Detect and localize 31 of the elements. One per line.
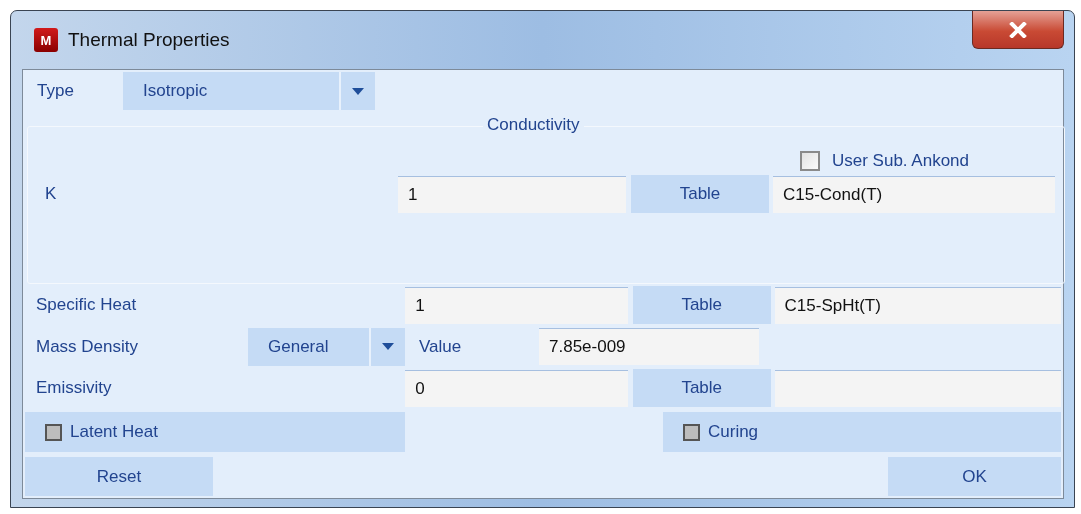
app-icon: M — [34, 28, 58, 52]
ok-button[interactable]: OK — [888, 457, 1061, 496]
input-field[interactable]: 1 — [398, 175, 626, 213]
close-icon — [1008, 21, 1028, 38]
value-label: Value — [418, 336, 463, 357]
table-name-field[interactable]: C15-Cond(T) — [773, 175, 1055, 213]
type-label: Type — [37, 81, 75, 101]
k-label: K — [44, 184, 58, 204]
toggle-button[interactable]: Curing — [663, 412, 1061, 452]
window-title: Thermal Properties — [68, 29, 230, 51]
checkbox[interactable] — [799, 151, 820, 171]
input-field[interactable]: 7.85e-009 — [539, 328, 759, 366]
group-title: Conductivity — [483, 115, 584, 135]
caret-icon — [352, 87, 364, 95]
table-name-field[interactable]: C15-SpHt(T) — [774, 286, 1061, 324]
checkbox-label: User Sub. Ankond — [831, 151, 969, 171]
type-dropdown[interactable]: Isotropic — [123, 72, 375, 110]
close-button[interactable] — [972, 11, 1064, 49]
property-label: Mass Density — [35, 336, 140, 357]
input-field[interactable]: 0 — [405, 369, 628, 407]
table-button[interactable]: Table — [632, 286, 771, 325]
density-dropdown[interactable]: General — [248, 327, 405, 366]
reset-button[interactable]: Reset — [25, 457, 213, 496]
table-button[interactable]: Table — [632, 369, 771, 408]
caret-icon — [382, 343, 394, 351]
property-label: Emissivity — [35, 378, 113, 399]
table-name-field[interactable] — [774, 369, 1061, 407]
property-label: Specific Heat — [35, 295, 138, 316]
input-field[interactable]: 1 — [405, 286, 628, 324]
toggle-button[interactable]: Latent Heat — [25, 412, 405, 452]
table-button[interactable]: Table — [631, 175, 769, 213]
